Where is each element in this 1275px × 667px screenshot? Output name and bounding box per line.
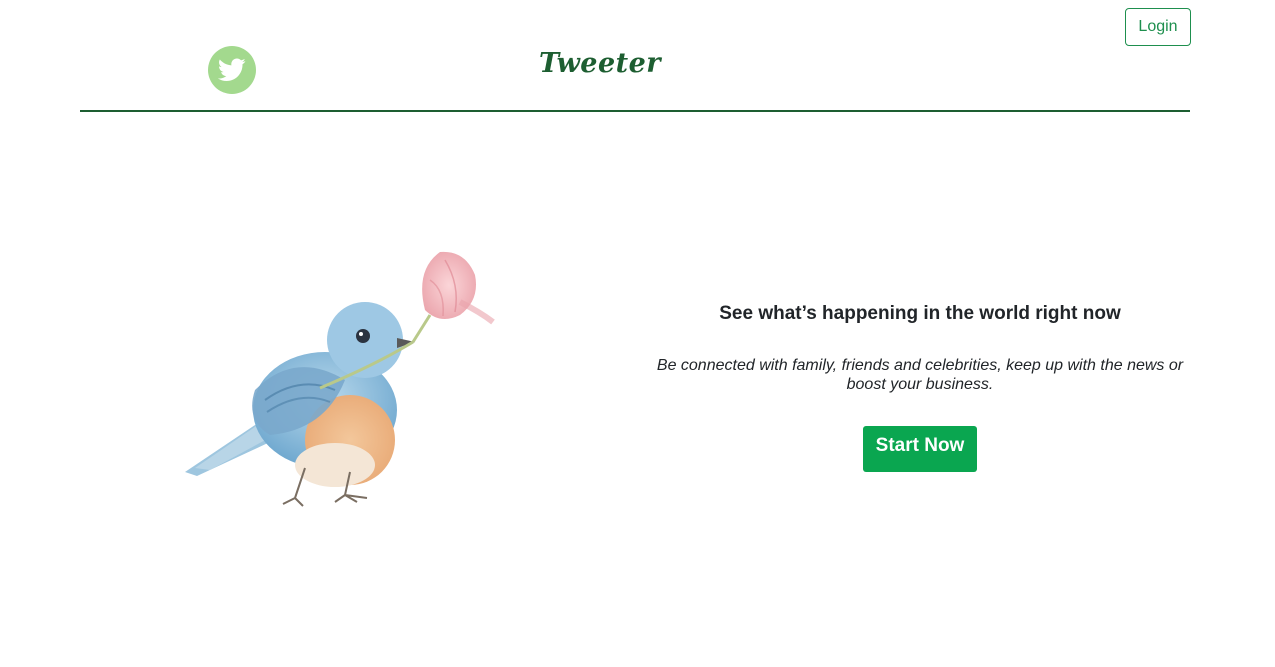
- logo-badge[interactable]: [208, 46, 256, 94]
- brand-logotype[interactable]: Tweeter: [520, 48, 680, 79]
- bluebird-illustration: [185, 251, 495, 507]
- hero-headline: See what’s happening in the world right …: [719, 303, 1121, 324]
- login-button[interactable]: Login: [1125, 8, 1191, 46]
- twitter-bird-icon: [218, 58, 246, 81]
- hero-copy: See what’s happening in the world right …: [650, 300, 1190, 472]
- hero-subtext: Be connected with family, friends and ce…: [656, 357, 1184, 393]
- start-now-button[interactable]: Start Now: [862, 426, 978, 472]
- landing-page: Login Tweeter See what’s happening in th…: [0, 0, 1275, 667]
- header-divider: [80, 110, 1190, 112]
